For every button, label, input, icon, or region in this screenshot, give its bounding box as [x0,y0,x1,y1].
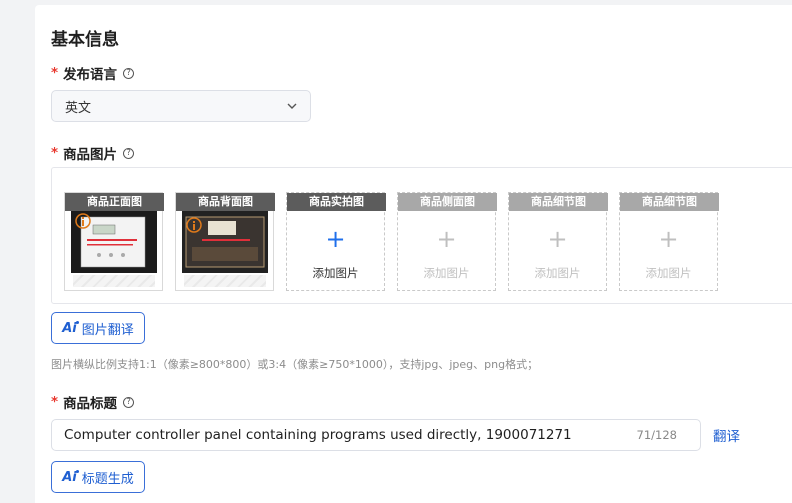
title-generate-label: 标题生成 [81,471,134,487]
image-reflection [73,275,155,287]
add-image-label: 添加图片 [645,266,692,280]
ai-icon: Ai [62,320,79,336]
char-count: 71/128 [636,428,677,442]
image-slot-tag: 商品细节图 [620,193,719,211]
required-mark: * [51,145,59,161]
ai-icon: Ai [62,469,79,485]
translate-link[interactable]: 翻译 [713,425,740,445]
image-slot-tag: 商品正面图 [65,193,164,211]
image-reflection [184,275,266,287]
language-selected-value: 英文 [65,100,92,116]
product-title-label: * 商品标题 ? [51,392,135,412]
image-slot-tag: 商品侧面图 [398,193,497,211]
images-label-text: 商品图片 [63,147,118,163]
image-slot-back[interactable]: 商品背面图 [175,192,275,291]
title-generate-button[interactable]: Ai 标题生成 [51,461,145,493]
image-slot-side[interactable]: 商品侧面图 + 添加图片 [397,192,497,291]
image-upload-area: 商品正面图 商品背面图 商品实拍图 + 添加图片 商品侧面图 + 添加图片 商品… [51,167,792,304]
help-icon[interactable]: ? [123,147,135,159]
image-slot-tag: 商品实拍图 [287,193,386,211]
help-icon[interactable]: ? [123,396,135,408]
images-label: * 商品图片 ? [51,143,135,163]
product-title-value: Computer controller panel containing pro… [64,427,572,443]
add-image-label: 添加图片 [423,266,470,280]
image-translate-button[interactable]: Ai 图片翻译 [51,312,145,344]
language-label: * 发布语言 ? [51,63,135,83]
image-slot-front[interactable]: 商品正面图 [64,192,164,291]
image-slot-tag: 商品背面图 [176,193,275,211]
product-front-image [71,211,157,273]
section-title: 基本信息 [51,30,119,50]
product-back-image [182,211,268,273]
image-slot-detail-1[interactable]: 商品细节图 + 添加图片 [508,192,608,291]
product-title-input[interactable]: Computer controller panel containing pro… [51,419,701,451]
product-title-label-text: 商品标题 [63,396,118,412]
chevron-down-icon [287,103,297,109]
image-format-hint: 图片横纵比例支持1:1（像素≥800*800）或3:4（像素≥750*1000）… [51,358,539,371]
plus-icon: + [658,225,679,253]
plus-icon: + [436,225,457,253]
plus-icon: + [547,225,568,253]
image-slot-tag: 商品细节图 [509,193,608,211]
plus-icon: + [325,225,346,253]
required-mark: * [51,65,59,81]
image-translate-label: 图片翻译 [81,322,134,338]
help-icon[interactable]: ? [123,67,135,79]
image-slot-real-shot[interactable]: 商品实拍图 + 添加图片 [286,192,386,291]
add-image-label: 添加图片 [534,266,581,280]
add-image-label: 添加图片 [312,266,359,280]
required-mark: * [51,394,59,410]
image-slot-detail-2[interactable]: 商品细节图 + 添加图片 [619,192,719,291]
language-select[interactable]: 英文 [51,90,311,122]
language-label-text: 发布语言 [63,67,118,83]
